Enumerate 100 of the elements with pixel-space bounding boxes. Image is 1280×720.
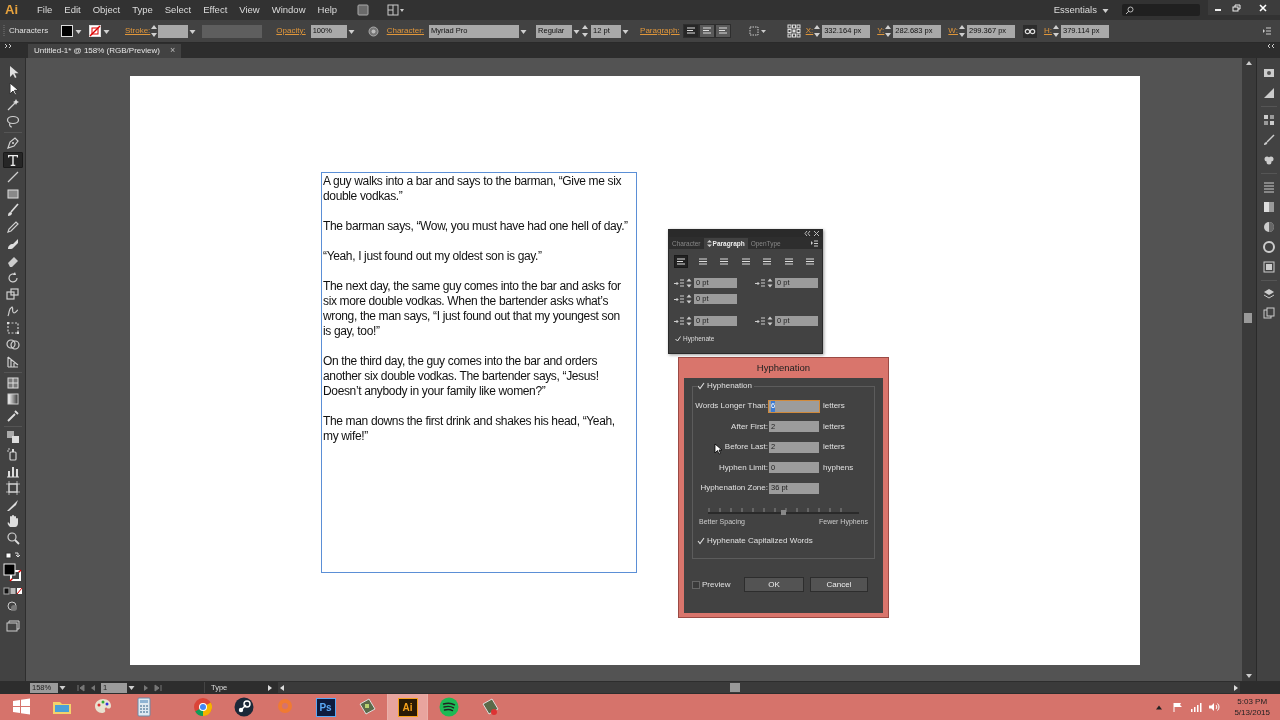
flag-icon[interactable]	[1172, 702, 1185, 712]
alignment-button[interactable]	[760, 255, 774, 268]
screen-mode-icon[interactable]	[4, 619, 21, 634]
slider-thumb[interactable]	[781, 510, 786, 515]
menu-item[interactable]: File	[31, 2, 59, 18]
spinner-icon[interactable]	[686, 294, 692, 304]
reference-point-icon[interactable]	[786, 24, 801, 38]
cancel-button[interactable]: Cancel	[810, 577, 868, 592]
document-tab[interactable]: Untitled-1* @ 158% (RGB/Preview) ×	[28, 44, 182, 58]
show-hidden-icons-icon[interactable]	[1156, 704, 1163, 710]
search-field[interactable]	[1122, 4, 1200, 16]
alignment-button[interactable]	[803, 255, 817, 268]
text-frame[interactable]	[321, 172, 637, 573]
capitalized-checkbox[interactable]: Hyphenate Capitalized Words	[697, 534, 874, 547]
align-lines-icon	[717, 27, 728, 35]
align-button[interactable]	[682, 24, 699, 38]
workspace-switcher[interactable]: Essentials	[1053, 2, 1110, 18]
status-menu-icon[interactable]	[266, 683, 274, 692]
last-page-icon[interactable]	[154, 683, 162, 692]
stroke-weight-field[interactable]	[158, 24, 189, 38]
caret-icon[interactable]	[127, 683, 136, 692]
menu-item[interactable]: Type	[126, 2, 159, 18]
restore-icon	[1232, 3, 1241, 12]
spinner-icon[interactable]	[767, 316, 773, 326]
spacing-slider[interactable]	[708, 508, 859, 514]
taskbar-app-button[interactable]: Ai	[387, 694, 428, 720]
menu-item[interactable]: Object	[86, 2, 127, 18]
minimize-button[interactable]	[1208, 0, 1227, 15]
swatches-icon[interactable]	[1261, 113, 1276, 127]
fill-stroke-icon[interactable]	[1, 562, 24, 583]
graphic-styles-icon[interactable]	[1261, 260, 1276, 274]
scroll-thumb[interactable]	[1244, 313, 1252, 323]
panel-collapse-icon[interactable]	[4, 44, 14, 50]
appearance-icon[interactable]	[1261, 240, 1276, 254]
menu-item[interactable]: Edit	[58, 2, 87, 18]
taskbar-clock[interactable]: 5:03 PM 5/13/2015	[1234, 696, 1270, 718]
preview-checkbox[interactable]: Preview	[692, 578, 744, 591]
caret-icon[interactable]	[58, 683, 67, 692]
spinner-icon[interactable]	[767, 278, 773, 288]
panel-menu-icon[interactable]	[1262, 27, 1272, 35]
taskbar-app-button[interactable]: Ps	[305, 694, 346, 720]
option-label[interactable]: H:	[1043, 25, 1052, 37]
link-icon[interactable]	[1022, 24, 1037, 38]
stroke-swatch-icon[interactable]	[89, 25, 101, 37]
swap-colors-icon[interactable]	[2, 551, 23, 562]
scroll-right-icon[interactable]	[1232, 683, 1240, 692]
signal-icon[interactable]	[1190, 702, 1203, 712]
close-button[interactable]	[1246, 0, 1280, 15]
option-label[interactable]: Y:	[877, 25, 885, 37]
grip-icon[interactable]	[2, 23, 7, 39]
app-logo: Ai	[4, 1, 19, 20]
stroke-profile-field[interactable]	[202, 24, 263, 38]
option-label[interactable]: W:	[948, 25, 958, 37]
hyphenation-checkbox[interactable]: Hyphenation	[697, 380, 754, 392]
option-label[interactable]: Character:	[386, 25, 425, 37]
recolor-icon[interactable]	[367, 25, 379, 37]
tab-close-button[interactable]: ×	[169, 44, 176, 58]
next-page-icon[interactable]	[142, 683, 150, 692]
app-logo: Ps	[315, 697, 336, 717]
spinner-icon[interactable]	[686, 316, 692, 326]
artboards-icon[interactable]	[1261, 307, 1276, 321]
option-label[interactable]: X:	[805, 25, 814, 37]
panel-collapse-icon[interactable]	[1266, 44, 1276, 50]
scroll-down-icon[interactable]	[1245, 673, 1253, 679]
arrange-icon[interactable]	[387, 4, 406, 16]
scroll-up-icon[interactable]	[1245, 60, 1253, 66]
option-label[interactable]: Opacity:	[276, 25, 306, 37]
menu-item[interactable]: Effect	[197, 2, 234, 18]
option-label[interactable]: Paragraph:	[640, 25, 680, 37]
transform-icon[interactable]	[748, 25, 767, 37]
scroll-left-icon[interactable]	[278, 683, 286, 692]
stroke-panel-icon[interactable]	[1261, 180, 1276, 194]
color-panel-icon[interactable]	[1261, 66, 1276, 80]
menu-item[interactable]: Window	[265, 2, 312, 18]
bridge-icon[interactable]	[357, 4, 370, 16]
horizontal-scrollbar[interactable]	[278, 682, 1240, 693]
pencil-icon	[4, 219, 21, 236]
transparency-icon[interactable]	[1261, 220, 1276, 234]
vertical-scrollbar[interactable]	[1242, 58, 1256, 681]
speaker-icon[interactable]	[1208, 702, 1221, 712]
menu-item[interactable]: View	[233, 2, 266, 18]
option-label[interactable]: Stroke:	[125, 25, 151, 37]
previous-page-icon[interactable]	[89, 683, 97, 692]
alignment-button[interactable]	[674, 255, 688, 268]
spinner-icon[interactable]	[686, 278, 692, 288]
color-mode-icon[interactable]	[1, 586, 24, 595]
fill-swatch-icon[interactable]	[61, 25, 73, 37]
gradient-panel-icon[interactable]	[1261, 200, 1276, 214]
close-icon[interactable]	[814, 231, 819, 236]
panel-menu-icon[interactable]	[810, 239, 819, 247]
scroll-thumb[interactable]	[730, 683, 740, 692]
first-page-icon[interactable]	[77, 683, 85, 692]
collapse-icon[interactable]	[804, 231, 811, 236]
menu-item[interactable]: Help	[311, 2, 344, 18]
ok-button[interactable]: OK	[744, 577, 804, 592]
brushes-icon[interactable]	[1261, 133, 1276, 147]
layers-icon[interactable]	[1261, 287, 1276, 301]
alignment-button[interactable]	[717, 255, 731, 268]
menu-item[interactable]: Select	[158, 2, 198, 18]
type-tool-tool[interactable]	[2, 152, 23, 168]
